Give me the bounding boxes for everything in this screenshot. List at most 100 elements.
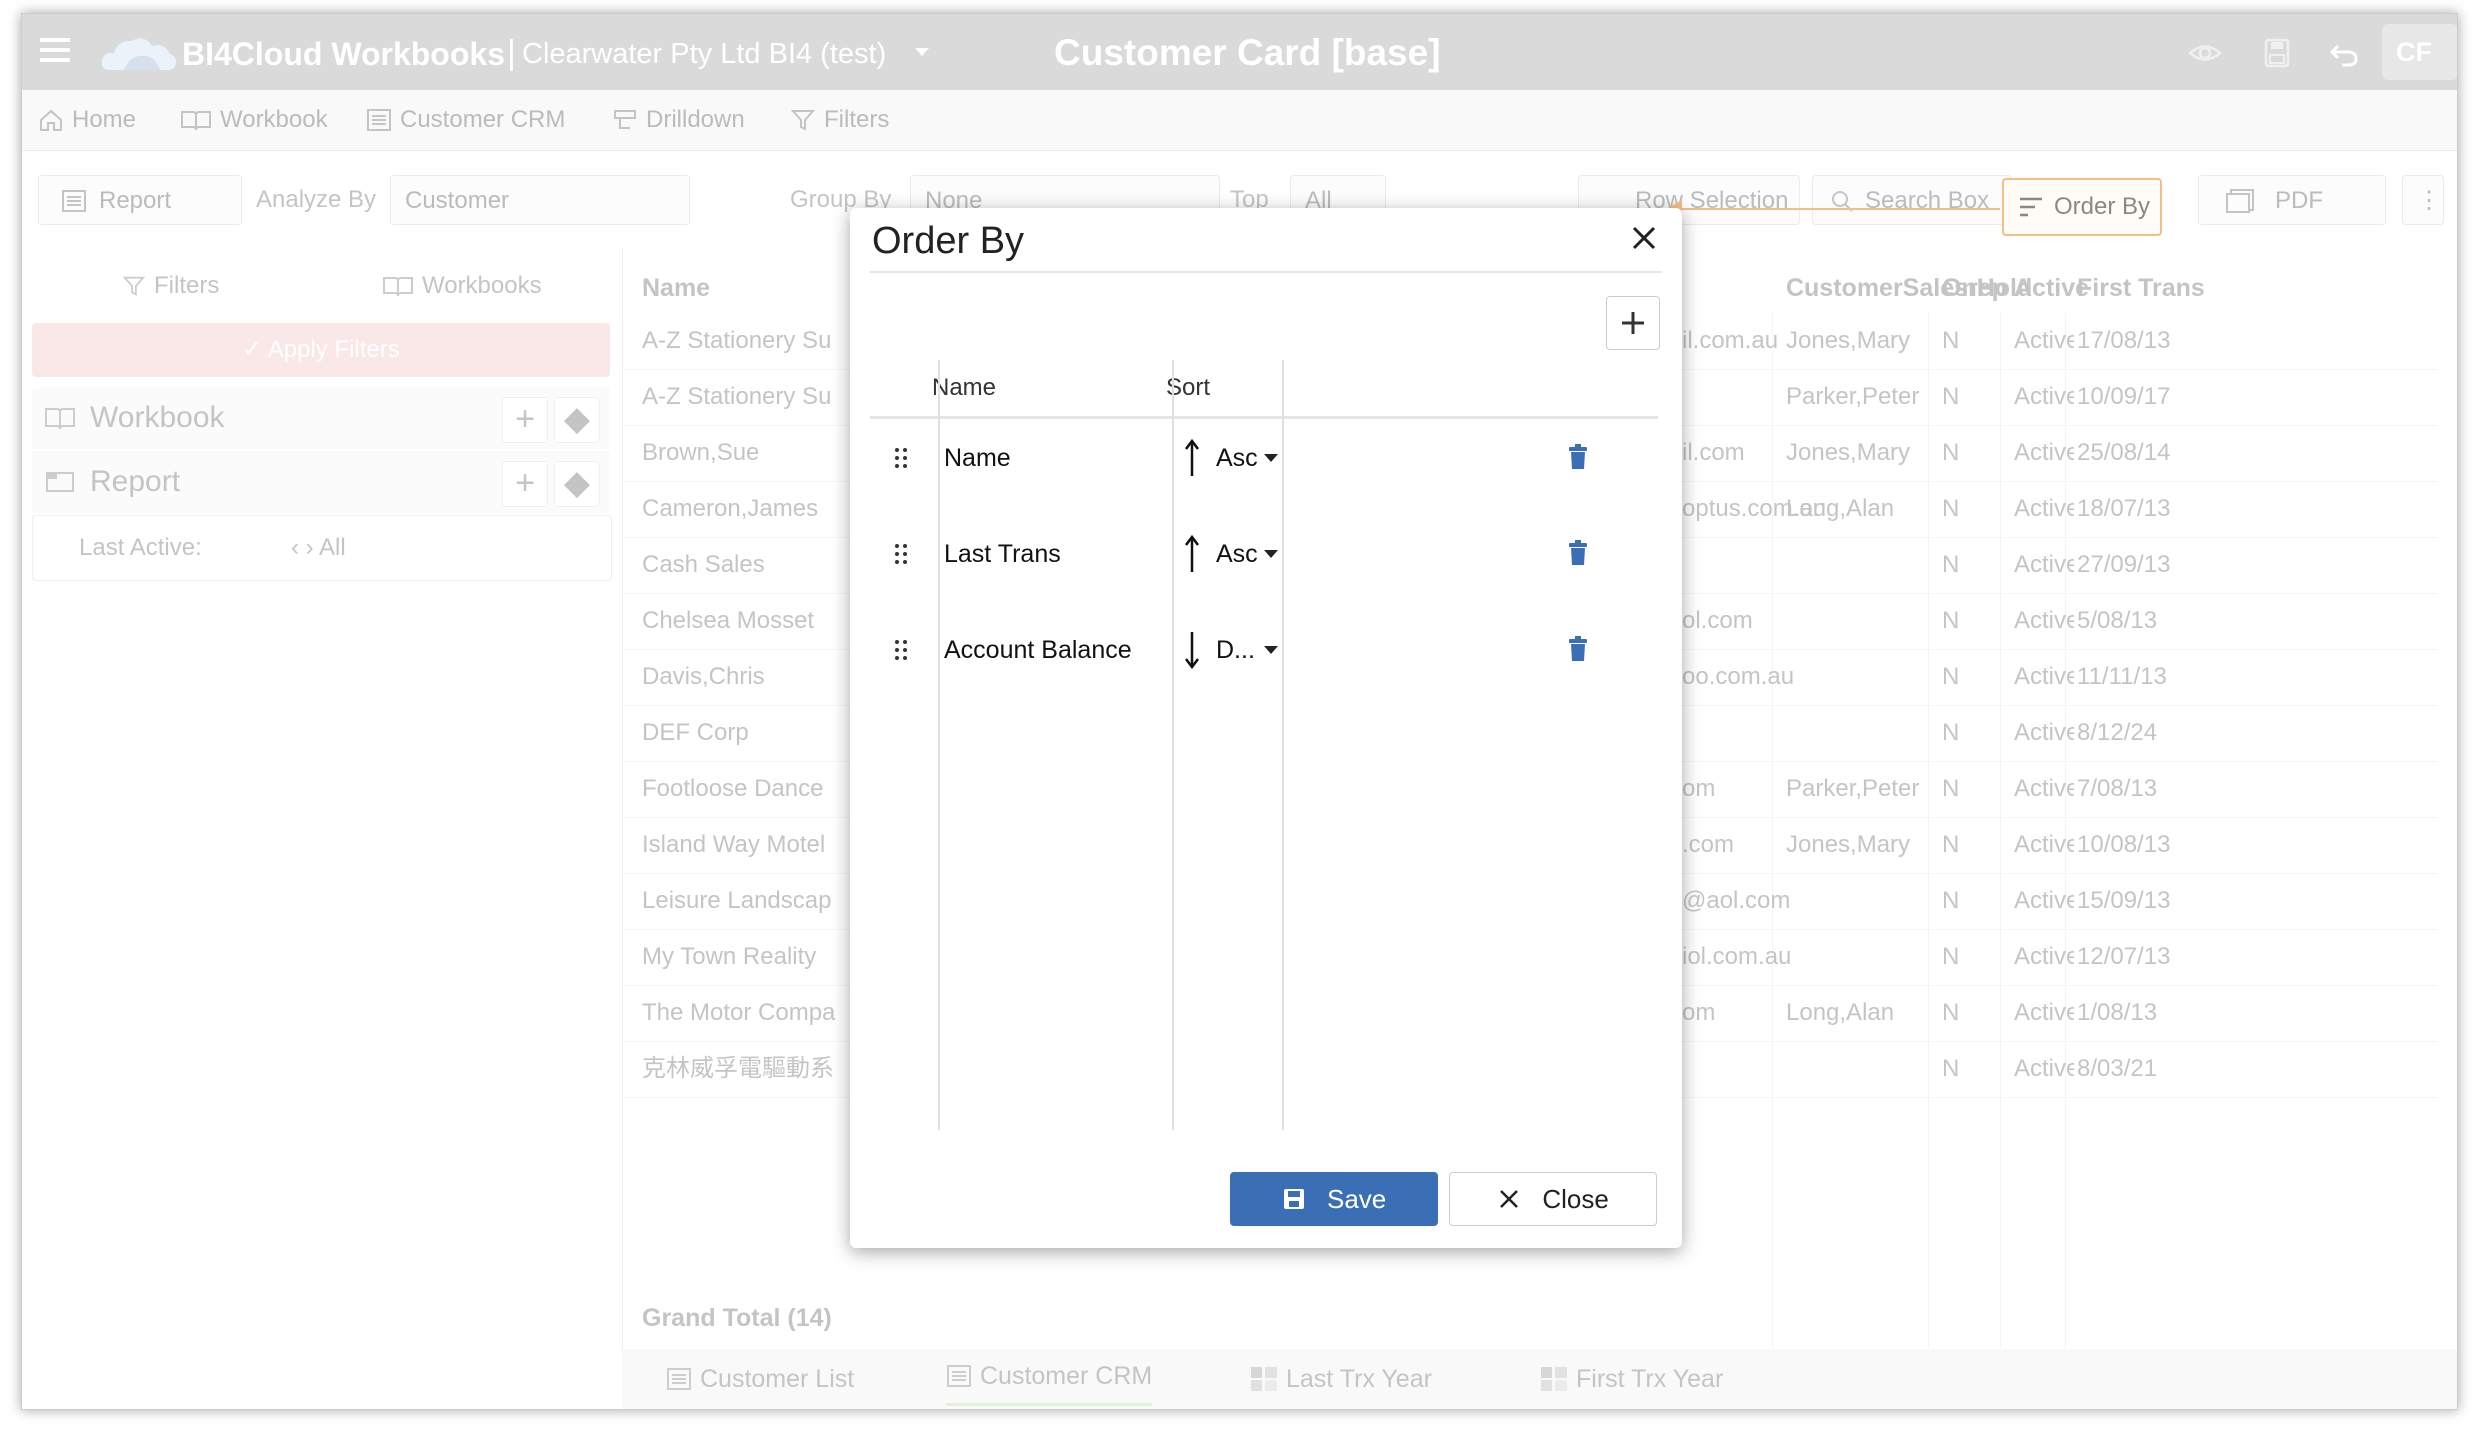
sort-field-select[interactable]: Last Trans [944, 516, 1061, 592]
sort-direction-icon[interactable] [1182, 630, 1202, 670]
tab-last-trx-year-label: Last Trx Year [1286, 1365, 1432, 1393]
nav-customer-crm[interactable]: Customer CRM [366, 90, 565, 150]
sort-direction-label[interactable]: Asc [1216, 420, 1258, 496]
nav-workbook[interactable]: Workbook [180, 90, 328, 150]
nav-filters[interactable]: Filters [790, 90, 889, 150]
cell-first-trans: 7/08/13 [2077, 775, 2158, 802]
cell-first-trans: 12/07/13 [2077, 943, 2171, 970]
tab-last-trx-year[interactable]: Last Trx Year [1250, 1349, 1432, 1409]
nav-home[interactable]: Home [38, 90, 136, 150]
cell-salesrep: Parker,Peter [1786, 383, 1920, 410]
cell-salesrep [1786, 1041, 1926, 1097]
nav-bar: Home Workbook Customer CRM Drilldown Fil… [22, 90, 2457, 151]
search-box-button[interactable]: Search Box [1812, 175, 2012, 225]
analyze-by-label: Analyze By [256, 186, 377, 213]
nav-drilldown[interactable]: Drilldown [612, 90, 745, 150]
book-icon [181, 111, 211, 131]
sort-field-select[interactable]: Name [944, 420, 1011, 496]
cell-first-trans: 11/11/13 [2077, 663, 2167, 690]
company-name[interactable]: Clearwater Pty Ltd BI4 (test) [522, 38, 886, 71]
cell-active: Active [2014, 383, 2074, 410]
book-icon [383, 277, 413, 297]
cell-first-trans: 8/03/21 [2077, 1055, 2158, 1082]
pdf-button[interactable]: PDF [2198, 175, 2386, 225]
analyze-by-select[interactable]: Customer [390, 175, 690, 225]
sort-direction-icon[interactable] [1182, 438, 1202, 478]
filter-icon [790, 110, 816, 131]
order-by-dialog: Order By Name Sort Name Asc Last Trans Asc A… [850, 208, 1682, 1248]
cell-onhold: N [1942, 663, 1960, 690]
last-active-nav[interactable]: ‹ › All [291, 516, 346, 580]
eye-icon[interactable] [2188, 38, 2222, 68]
col-header-name[interactable]: Name [642, 263, 710, 313]
workbook-row: Workbook + ◆ [32, 387, 610, 449]
tab-filters[interactable]: Filters [122, 259, 219, 313]
nav-home-label: Home [72, 106, 137, 133]
trash-icon[interactable] [1568, 636, 1588, 662]
trash-icon[interactable] [1568, 540, 1588, 566]
cell-salesrep: Long,Alan [1786, 999, 1895, 1026]
drilldown-icon [614, 110, 636, 129]
eraser-icon[interactable]: ◆ [554, 461, 600, 507]
report-icon [62, 190, 86, 212]
save-button[interactable]: Save [1230, 1172, 1438, 1226]
workbook-label: Workbook [90, 401, 225, 434]
tab-filters-label: Filters [154, 272, 220, 299]
cell-onhold: N [1942, 943, 1960, 970]
cell-first-trans: 1/08/13 [2077, 999, 2158, 1026]
apply-filters-button[interactable]: ✓ Apply Filters [32, 323, 610, 377]
tab-first-trx-year[interactable]: First Trx Year [1540, 1349, 1723, 1409]
hamburger-menu-icon[interactable] [40, 38, 70, 66]
title-separator: | [507, 34, 516, 72]
cell-onhold: N [1942, 551, 1960, 578]
cell-onhold: N [1942, 607, 1960, 634]
add-report-button[interactable]: + [502, 461, 548, 507]
home-icon [40, 109, 62, 131]
add-workbook-button[interactable]: + [502, 397, 548, 443]
cell-active: Active [2014, 551, 2074, 578]
undo-icon[interactable] [2328, 38, 2362, 68]
order-by-button[interactable]: Order By [2002, 178, 2162, 236]
report-dropdown[interactable]: Report [38, 175, 242, 225]
trash-icon[interactable] [1568, 444, 1588, 470]
page-title: Customer Card [base] [1054, 32, 1441, 73]
tab-customer-crm[interactable]: Customer CRM [946, 1349, 1153, 1406]
sort-row: Account Balance D... [870, 612, 1658, 688]
cell-salesrep [1786, 593, 1926, 649]
cell-onhold: N [1942, 999, 1960, 1026]
cell-salesrep [1786, 537, 1926, 593]
cell-first-trans: 5/08/13 [2077, 607, 2158, 634]
close-icon[interactable] [1628, 222, 1660, 254]
list-icon [367, 109, 391, 131]
sort-direction-icon[interactable] [1182, 534, 1202, 574]
chevron-down-icon[interactable] [1264, 550, 1278, 565]
chevron-down-icon[interactable] [1264, 454, 1278, 469]
col-header-first-trans[interactable]: First Trans [2077, 263, 2205, 313]
cell-onhold: N [1942, 887, 1960, 914]
chevron-down-icon[interactable] [1264, 646, 1278, 661]
sort-direction-label[interactable]: Asc [1216, 516, 1258, 592]
last-active-label: Last Active: [79, 534, 202, 561]
save-icon[interactable] [2260, 38, 2294, 68]
nav-customer-crm-label: Customer CRM [400, 106, 566, 133]
eraser-icon[interactable]: ◆ [554, 397, 600, 443]
cell-first-trans: 25/08/14 [2077, 439, 2171, 466]
last-active-value: All [319, 534, 346, 561]
cloud-logo-icon [101, 38, 177, 70]
company-dropdown-icon[interactable] [915, 48, 929, 63]
report-row: Report + ◆ [32, 451, 610, 513]
floppy-icon [1283, 1189, 1304, 1209]
drag-handle-icon[interactable] [894, 446, 908, 470]
last-active-filter[interactable]: Last Active: ‹ › All [32, 515, 612, 581]
drag-handle-icon[interactable] [894, 638, 908, 662]
more-options-button[interactable]: ⋮ [2402, 175, 2444, 225]
sort-field-select[interactable]: Account Balance [944, 612, 1132, 688]
tab-workbooks[interactable]: Workbooks [382, 259, 542, 313]
add-sort-button[interactable] [1606, 296, 1660, 350]
user-avatar[interactable]: CF [2382, 24, 2457, 80]
close-button[interactable]: Close [1449, 1172, 1657, 1226]
sort-direction-label[interactable]: D... [1216, 612, 1255, 688]
cell-onhold: N [1942, 383, 1960, 410]
tab-customer-list[interactable]: Customer List [666, 1349, 854, 1409]
drag-handle-icon[interactable] [894, 542, 908, 566]
